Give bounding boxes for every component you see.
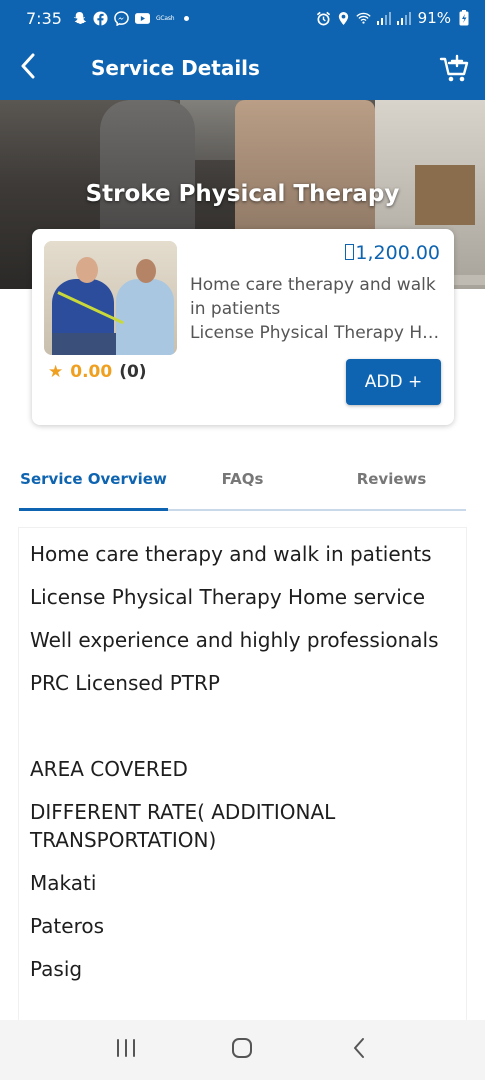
- overview-line: Well experience and highly professionals: [30, 628, 439, 652]
- currency-symbol: [345, 244, 355, 260]
- home-icon: [231, 1037, 253, 1063]
- price-value: 1,200.00: [355, 242, 440, 264]
- hero-title: Stroke Physical Therapy: [85, 181, 400, 207]
- service-thumbnail: [44, 241, 177, 355]
- add-button[interactable]: ADD +: [346, 359, 441, 405]
- battery-charging-icon: [456, 10, 471, 26]
- overview-line: AREA COVERED: [30, 757, 188, 781]
- tab-reviews[interactable]: Reviews: [317, 447, 466, 511]
- rating-count: (0): [119, 362, 147, 382]
- status-bar: 7:35 GCash 91%: [0, 0, 485, 36]
- signal-icon: [376, 11, 391, 26]
- rating: ★ 0.00 (0): [48, 362, 147, 382]
- tab-service-overview[interactable]: Service Overview: [19, 447, 168, 511]
- signal-icon: [396, 11, 411, 26]
- back-button[interactable]: [0, 36, 56, 100]
- status-time: 7:35: [26, 8, 62, 28]
- star-icon: ★: [48, 362, 64, 382]
- snapchat-icon: [72, 11, 87, 26]
- overview-line: DIFFERENT RATE( ADDITIONAL TRANSPORTATIO…: [30, 800, 336, 852]
- home-button[interactable]: [222, 1030, 262, 1070]
- service-overview-content: Home care therapy and walk in patients L…: [18, 527, 467, 1020]
- overview-line: PRC Licensed PTRP: [30, 671, 220, 695]
- tab-bar: Service Overview FAQs Reviews: [19, 447, 466, 511]
- system-nav-bar: [0, 1020, 485, 1080]
- page-title: Service Details: [91, 56, 260, 80]
- overview-line: Makati: [30, 871, 97, 895]
- location-icon: [336, 11, 351, 26]
- facebook-icon: [93, 10, 108, 26]
- chevron-left-icon: [20, 53, 36, 83]
- cart-button[interactable]: [439, 53, 471, 85]
- service-subtitle: License Physical Therapy Home service: [190, 323, 446, 343]
- dot-icon: [184, 15, 190, 21]
- rating-value: 0.00: [70, 362, 113, 382]
- wifi-icon: [356, 11, 371, 26]
- alarm-icon: [316, 11, 331, 26]
- youtube-icon: [134, 11, 150, 26]
- gcash-icon: GCash: [155, 14, 175, 22]
- overview-line: Pasig: [30, 957, 83, 981]
- overview-line: [30, 712, 454, 740]
- service-card: 1,200.00 Home care therapy and walk in p…: [32, 229, 454, 425]
- overview-line: License Physical Therapy Home service: [30, 585, 426, 609]
- tab-faqs[interactable]: FAQs: [168, 447, 317, 511]
- cart-plus-icon: [439, 54, 471, 89]
- service-price: 1,200.00: [345, 242, 440, 264]
- tab-active-indicator: [19, 508, 168, 511]
- overview-line: Home care therapy and walk in patients: [30, 542, 432, 566]
- recent-apps-icon: [115, 1038, 137, 1062]
- battery-level: 91%: [417, 9, 451, 27]
- back-icon: [352, 1037, 366, 1063]
- recent-apps-button[interactable]: [106, 1030, 146, 1070]
- service-description: Home care therapy and walk in patients: [190, 275, 436, 319]
- app-bar: Service Details: [0, 36, 485, 100]
- messenger-icon: [114, 10, 129, 26]
- back-nav-button[interactable]: [339, 1030, 379, 1070]
- overview-line: Pateros: [30, 914, 105, 938]
